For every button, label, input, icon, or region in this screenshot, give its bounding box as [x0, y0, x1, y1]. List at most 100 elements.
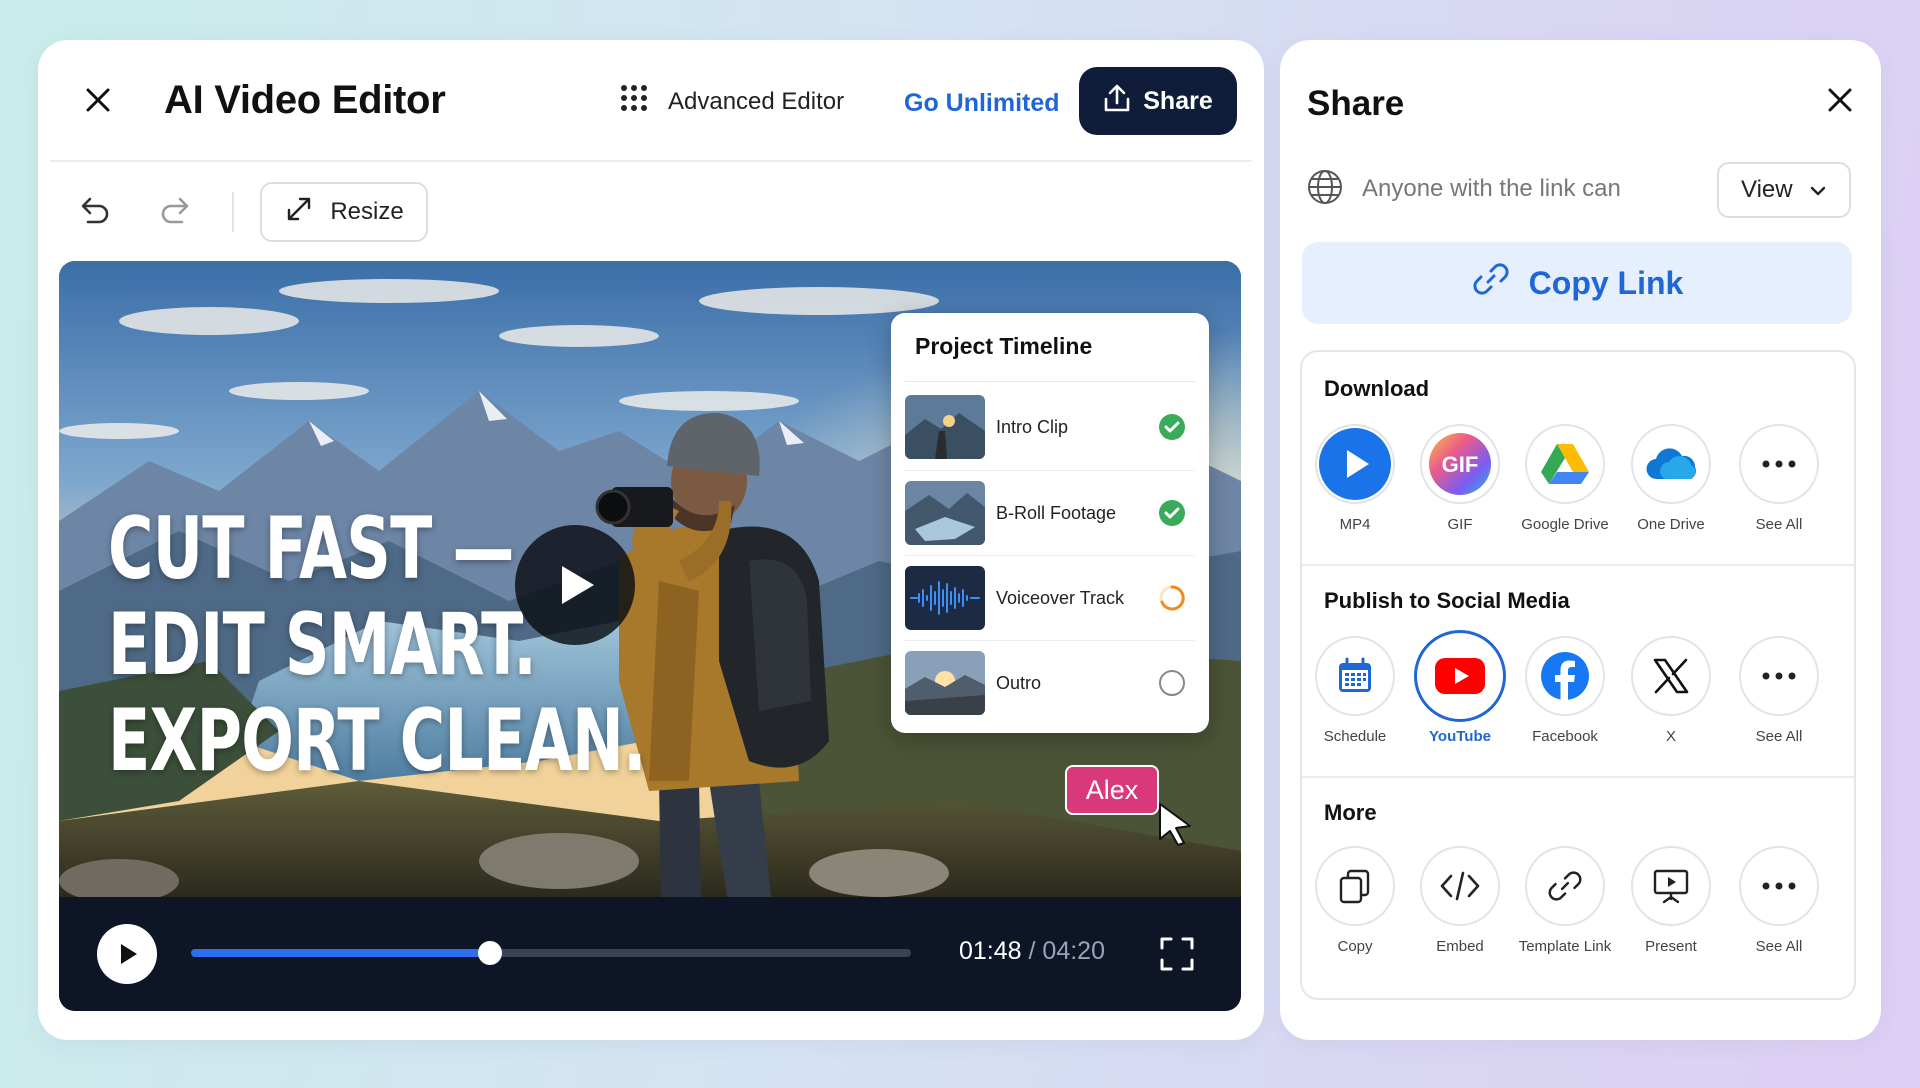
download-gif-option[interactable]: GIF GIF [1405, 424, 1515, 533]
download-onedrive-option[interactable]: One Drive [1616, 424, 1726, 533]
onedrive-icon [1646, 448, 1696, 480]
more-template-link-option[interactable]: Template Link [1510, 846, 1620, 955]
player-controls: 01:48 / 04:20 [59, 897, 1241, 1011]
option-label: See All [1755, 728, 1803, 745]
social-x-option[interactable]: X [1616, 636, 1726, 745]
section-divider [1302, 776, 1854, 778]
project-timeline-card: Project Timeline Intro Clip B-Roll Foota… [891, 313, 1209, 733]
more-icon [1762, 672, 1796, 680]
close-icon[interactable] [1820, 80, 1860, 120]
more-present-option[interactable]: Present [1616, 846, 1726, 955]
headline-line-3: EXPORT CLEAN. [108, 691, 647, 791]
waveform-thumbnail [905, 566, 985, 630]
social-facebook-option[interactable]: Facebook [1510, 636, 1620, 745]
share-button[interactable]: Share [1079, 67, 1237, 135]
section-title-more: More [1324, 800, 1377, 825]
app-title: AI Video Editor [164, 78, 446, 122]
advanced-editor-label: Advanced Editor [668, 87, 845, 115]
permission-select[interactable]: View [1717, 162, 1851, 218]
option-label: Schedule [1323, 728, 1387, 745]
option-label: Present [1645, 938, 1697, 955]
current-time: 01:48 [959, 937, 1022, 965]
option-label: One Drive [1637, 516, 1705, 533]
option-label: Copy [1337, 938, 1373, 955]
gif-icon: GIF [1429, 433, 1491, 495]
share-panel: Share Anyone with the link can View Copy… [1280, 40, 1881, 1040]
time-display: 01:48 / 04:20 [959, 937, 1105, 966]
youtube-icon [1435, 658, 1485, 694]
resize-button[interactable]: Resize [260, 182, 428, 242]
timeline-item-outro[interactable]: Outro [905, 643, 1195, 723]
play-icon [121, 944, 137, 964]
clip-label: Outro [996, 672, 1042, 693]
go-unlimited-link[interactable]: Go Unlimited [904, 89, 1060, 118]
option-label: X [1665, 728, 1676, 745]
cursor-icon [1156, 801, 1196, 847]
access-text: Anyone with the link can [1362, 175, 1621, 202]
video-player: CUT FAST — EDIT SMART. EXPORT CLEAN. Pro… [59, 261, 1241, 1011]
link-icon [1471, 259, 1511, 307]
clip-label: B-Roll Footage [996, 502, 1117, 523]
grid-icon [620, 84, 648, 119]
timeline-row-divider [905, 640, 1195, 641]
option-label: Google Drive [1521, 516, 1609, 533]
close-icon[interactable] [78, 80, 118, 120]
redo-icon[interactable] [156, 190, 196, 230]
timeline-item-b-roll[interactable]: B-Roll Footage [905, 473, 1195, 553]
progress-handle[interactable] [478, 941, 503, 965]
clip-label: Intro Clip [996, 416, 1069, 437]
timeline-row-divider [905, 555, 1195, 556]
social-youtube-option[interactable]: YouTube [1405, 630, 1515, 745]
check-circle-icon [1157, 498, 1187, 528]
download-mp4-option[interactable]: MP4 [1300, 424, 1410, 533]
link-icon [1548, 871, 1582, 901]
share-options-card: Download MP4 GIF GIF Google Drive One Dr… [1300, 350, 1856, 1000]
resize-icon [284, 194, 314, 231]
editor-panel: AI Video Editor Advanced Editor Go Unlim… [38, 40, 1264, 1040]
loading-spinner-icon [1157, 583, 1187, 613]
option-label: Facebook [1532, 728, 1598, 745]
undo-icon[interactable] [74, 190, 114, 230]
more-see-all-option[interactable]: See All [1724, 846, 1834, 955]
timeline-item-intro-clip[interactable]: Intro Clip [905, 387, 1195, 467]
timeline-title: Project Timeline [915, 333, 1093, 359]
copy-link-button[interactable]: Copy Link [1302, 242, 1852, 324]
download-google-drive-option[interactable]: Google Drive [1510, 424, 1620, 533]
option-label: See All [1755, 938, 1803, 955]
globe-icon [1306, 168, 1344, 206]
clip-thumbnail [905, 481, 985, 545]
more-icon [1762, 460, 1796, 468]
timeline-divider [905, 381, 1195, 382]
center-play-button[interactable] [515, 525, 635, 645]
social-see-all-option[interactable]: See All [1724, 636, 1834, 745]
more-icon [1762, 882, 1796, 890]
x-icon [1653, 658, 1689, 694]
social-schedule-option[interactable]: Schedule [1300, 636, 1410, 745]
section-title-social: Publish to Social Media [1324, 588, 1570, 613]
timeline-item-voiceover[interactable]: Voiceover Track [905, 558, 1195, 638]
copy-icon [1339, 869, 1370, 904]
share-title: Share [1307, 84, 1405, 123]
header-divider [50, 160, 1252, 162]
download-see-all-option[interactable]: See All [1724, 424, 1834, 533]
option-label: See All [1755, 516, 1803, 533]
total-time: 04:20 [1042, 937, 1105, 965]
toolbar-separator [232, 192, 234, 232]
progress-fill [191, 949, 491, 957]
play-icon [562, 566, 594, 604]
embed-icon [1440, 871, 1480, 901]
advanced-editor-button[interactable]: Advanced Editor [620, 84, 844, 119]
play-button[interactable] [97, 924, 157, 984]
clip-label: Voiceover Track [996, 587, 1125, 608]
play-icon [1319, 428, 1391, 500]
fullscreen-icon[interactable] [1157, 934, 1197, 974]
svg-text:GIF: GIF [1442, 452, 1479, 477]
empty-circle-icon [1157, 668, 1187, 698]
section-title-download: Download [1324, 376, 1430, 401]
copy-link-label: Copy Link [1528, 264, 1684, 301]
progress-slider[interactable] [191, 941, 911, 965]
chevron-down-icon [1809, 176, 1827, 204]
resize-label: Resize [330, 198, 404, 225]
more-copy-option[interactable]: Copy [1300, 846, 1410, 955]
more-embed-option[interactable]: Embed [1405, 846, 1515, 955]
